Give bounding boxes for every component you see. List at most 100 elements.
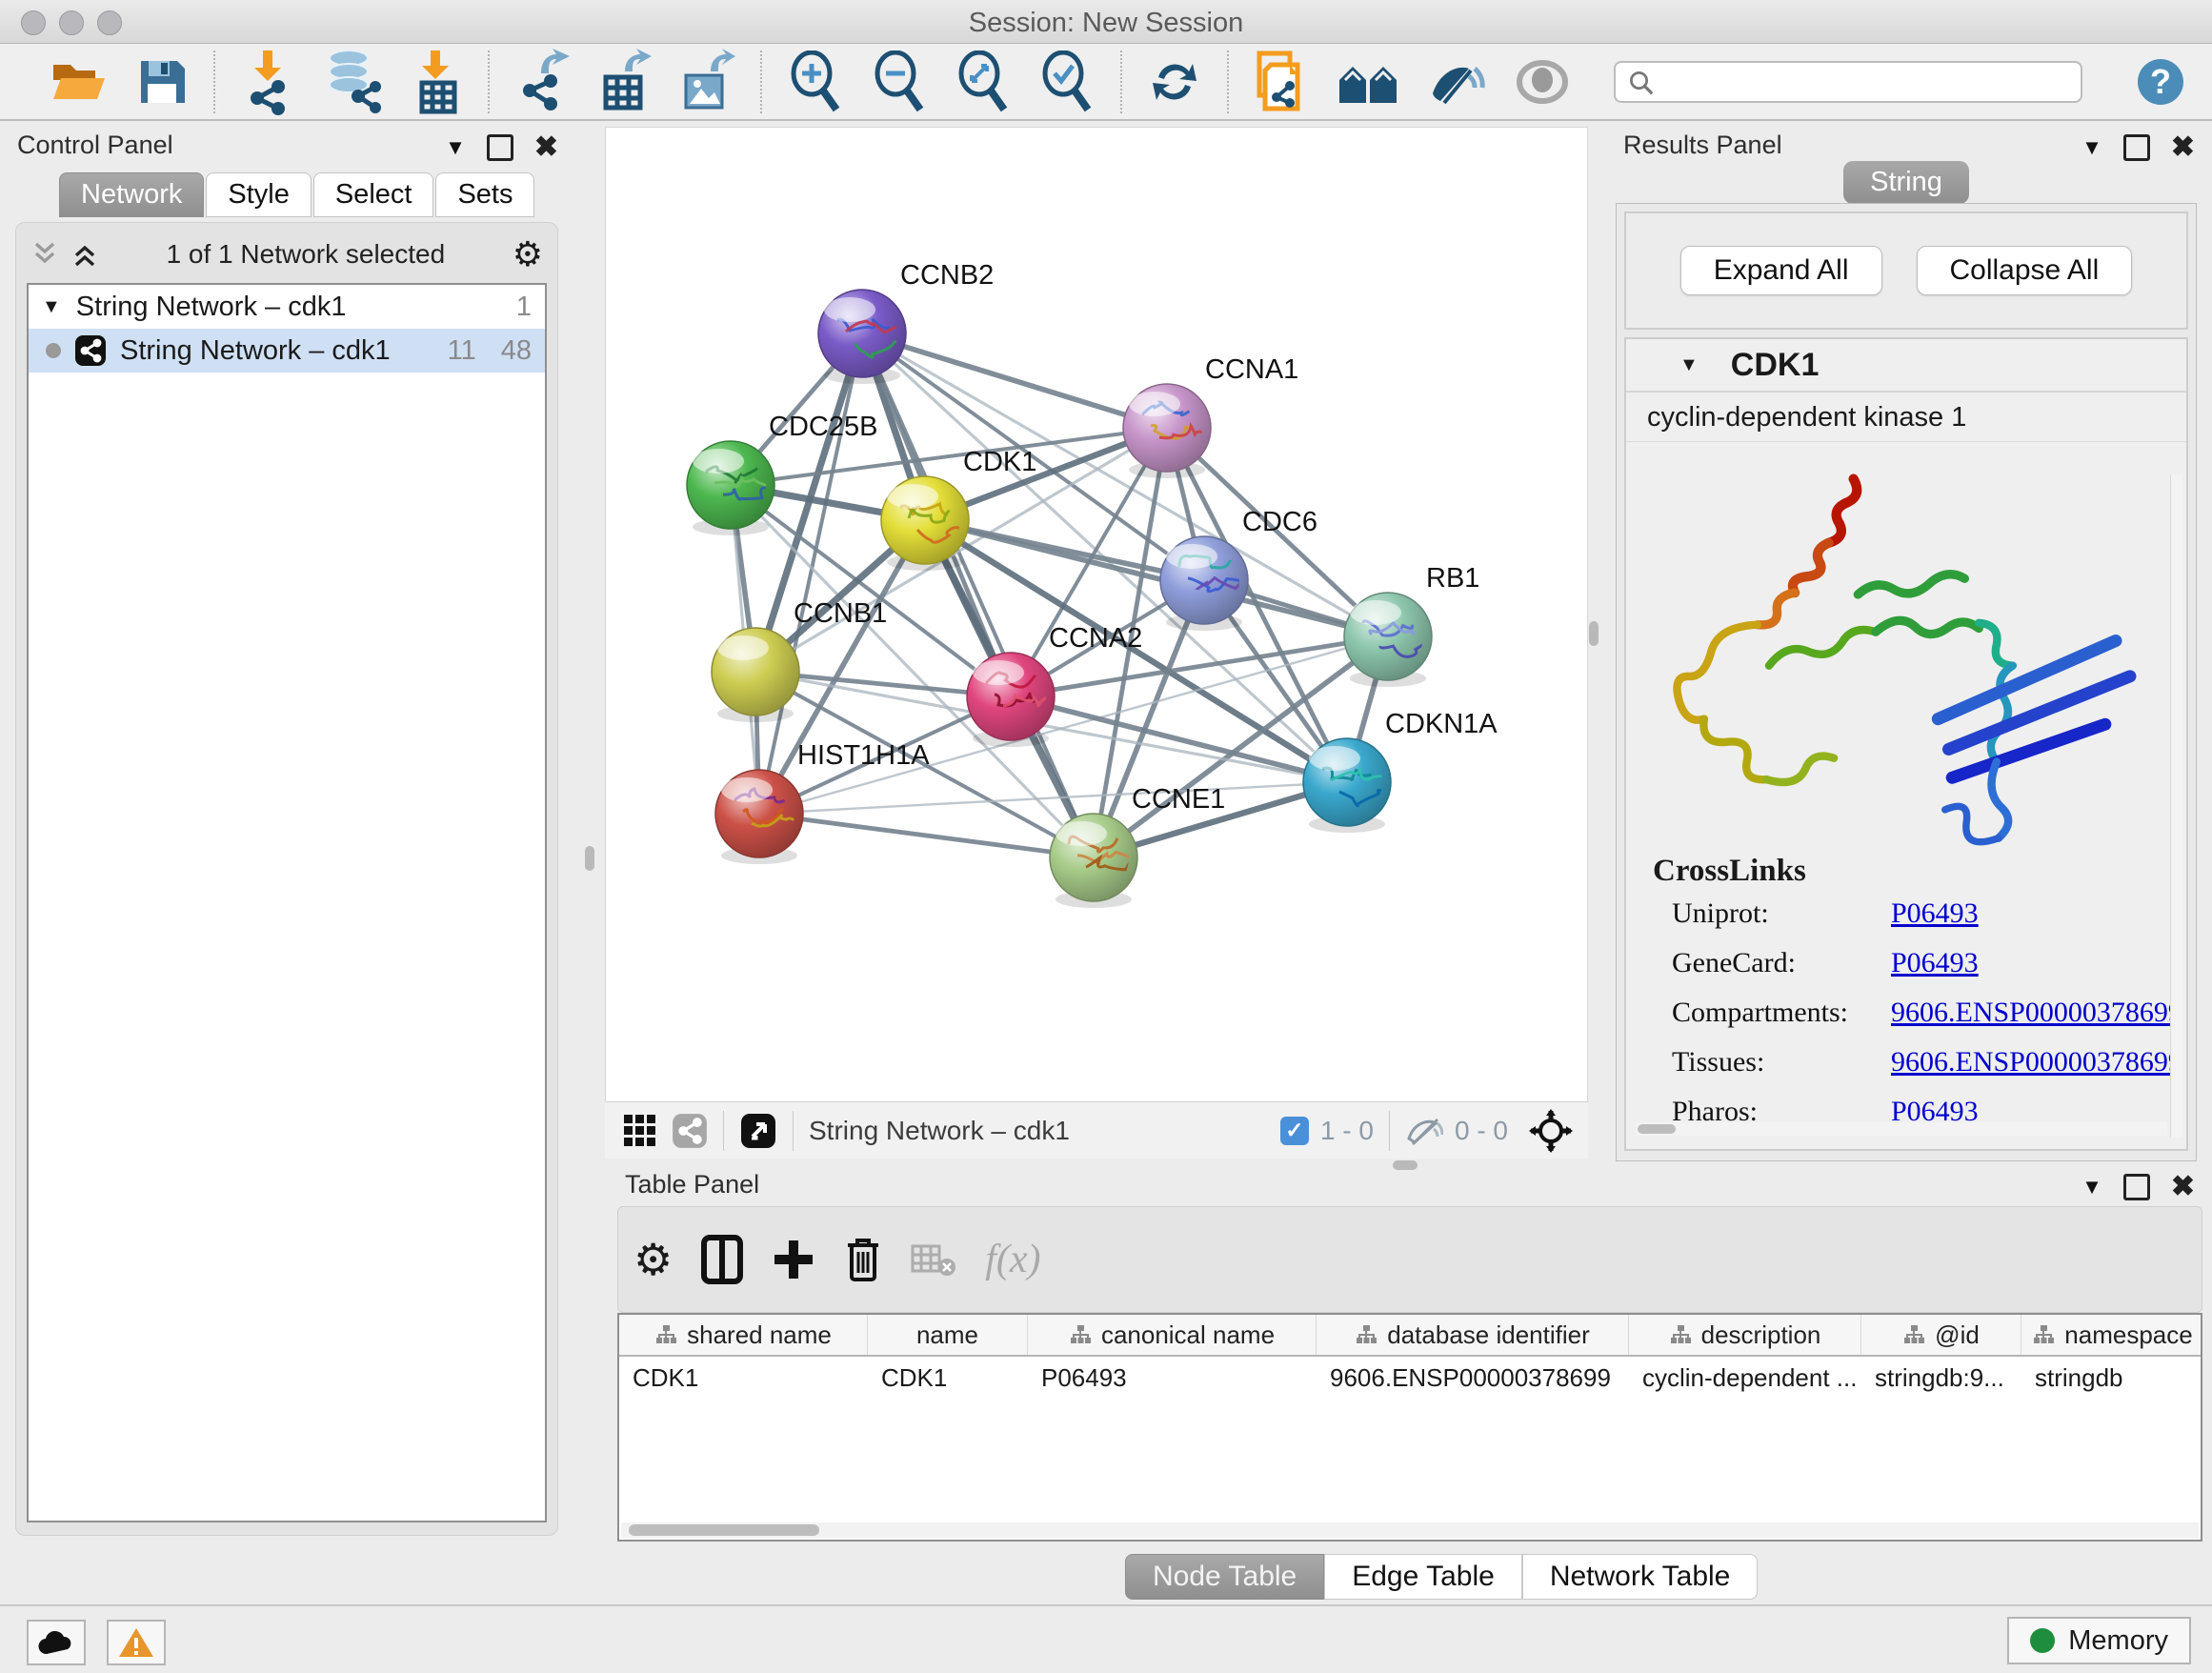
results-panel-menu-icon[interactable]: ▼ (2081, 135, 2102, 160)
memory-button[interactable]: Memory (2007, 1617, 2191, 1664)
network-node-CDC6[interactable] (1160, 536, 1248, 631)
expand-all-button[interactable]: Expand All (1680, 246, 1882, 295)
hidden-eye-slash-icon[interactable] (1405, 1116, 1443, 1146)
export-table-icon[interactable] (596, 49, 652, 115)
refresh-icon[interactable] (1147, 54, 1202, 110)
zoom-selected-icon[interactable] (1038, 50, 1096, 113)
import-network-icon[interactable] (240, 49, 295, 115)
table-cell[interactable]: CDK1 (868, 1363, 1028, 1393)
export-image-icon[interactable] (678, 49, 735, 115)
gene-entry-header[interactable]: ▼ CDK1 (1626, 339, 2186, 393)
add-column-icon[interactable] (772, 1238, 815, 1281)
collapse-all-button[interactable]: Collapse All (1917, 246, 2133, 295)
network-node-CDKN1A[interactable] (1303, 738, 1391, 833)
collection-expander-icon[interactable]: ▼ (42, 296, 61, 318)
results-vertical-scrollbar[interactable] (2170, 474, 2182, 1138)
expand-all-icon[interactable] (70, 240, 99, 269)
network-options-gear-icon[interactable]: ⚙ (513, 234, 543, 274)
network-graph[interactable]: CCNB2CCNA1CDC25BCDK1CDC6RB1CCNB1CCNA2CDK… (606, 128, 1587, 1101)
fit-selected-crosshair-icon[interactable] (1529, 1109, 1573, 1153)
zoom-out-icon[interactable] (871, 50, 928, 113)
table-cell[interactable]: CDK1 (619, 1363, 868, 1393)
network-edge[interactable] (759, 814, 1094, 857)
open-session-icon[interactable] (50, 55, 109, 109)
save-session-icon[interactable] (135, 55, 189, 109)
network-edge[interactable] (862, 333, 1167, 428)
horizontal-splitter-handle[interactable] (1393, 1160, 1418, 1170)
string-visibility-icon[interactable] (1427, 55, 1488, 109)
network-edge[interactable] (925, 520, 1388, 636)
cloud-status-button[interactable] (27, 1620, 86, 1665)
tab-network-table[interactable]: Network Table (1522, 1554, 1759, 1600)
zoom-fit-icon[interactable] (955, 50, 1012, 113)
selected-checkbox-icon[interactable]: ✓ (1280, 1117, 1309, 1145)
vertical-splitter-handle[interactable] (585, 846, 594, 871)
results-panel-close-icon[interactable]: ✖ (2171, 131, 2195, 164)
results-horizontal-scrollbar[interactable] (1636, 1122, 2167, 1136)
import-network-database-icon[interactable] (322, 49, 383, 115)
table-horizontal-scrollbar[interactable] (621, 1522, 2199, 1538)
network-canvas[interactable]: CCNB2CCNA1CDC25BCDK1CDC6RB1CCNB1CCNA2CDK… (605, 127, 1588, 1102)
column-header[interactable]: canonical name (1028, 1315, 1317, 1355)
import-table-icon[interactable] (410, 49, 463, 115)
show-columns-icon[interactable] (701, 1235, 743, 1284)
table-panel-title: Table Panel (625, 1170, 759, 1199)
crosslink-value-link[interactable]: 9606.ENSP00000378699 (1891, 1046, 2182, 1078)
tab-string[interactable]: String (1843, 161, 1969, 204)
crosslink-value-link[interactable]: P06493 (1891, 897, 1979, 930)
table-settings-gear-icon[interactable]: ⚙ (633, 1234, 673, 1285)
share-view-icon[interactable] (672, 1113, 708, 1149)
birds-eye-grid-icon[interactable] (622, 1113, 658, 1149)
table-cell[interactable]: 9606.ENSP00000378699 (1317, 1363, 1629, 1393)
column-header[interactable]: database identifier (1317, 1315, 1629, 1355)
crosslink-value-link[interactable]: 9606.ENSP00000378699 (1891, 997, 2182, 1029)
network-edge[interactable] (862, 333, 1094, 857)
collapse-all-icon[interactable] (30, 240, 59, 269)
vertical-splitter-handle[interactable] (1589, 621, 1599, 646)
search-input[interactable] (1614, 61, 2082, 103)
network-node-CDC25B[interactable] (687, 441, 774, 535)
table-cell[interactable]: stringdb (2021, 1363, 2202, 1393)
network-collection-row[interactable]: ▼ String Network – cdk1 1 (29, 285, 545, 329)
tab-edge-table[interactable]: Edge Table (1324, 1554, 1522, 1600)
tab-style[interactable]: Style (206, 172, 311, 217)
network-node-CDK1[interactable] (881, 476, 971, 571)
gene-expander-icon[interactable]: ▼ (1679, 354, 1699, 376)
column-header[interactable]: description (1629, 1315, 1861, 1355)
string-home-icon[interactable] (1337, 55, 1400, 109)
control-panel-float-icon[interactable] (487, 134, 513, 161)
table-panel-close-icon[interactable]: ✖ (2171, 1170, 2195, 1203)
table-panel-menu-icon[interactable]: ▼ (2081, 1175, 2102, 1199)
delete-column-icon[interactable] (844, 1236, 882, 1283)
table-cell[interactable]: cyclin-dependent ... (1629, 1363, 1861, 1393)
table-cell[interactable]: P06493 (1028, 1363, 1317, 1393)
preview-eye-icon[interactable] (1515, 57, 1570, 107)
crosslink-value-link[interactable]: P06493 (1891, 947, 1979, 979)
table-row[interactable]: CDK1CDK1P064939606.ENSP00000378699cyclin… (619, 1357, 2201, 1399)
control-panel-menu-icon[interactable]: ▼ (445, 135, 466, 160)
results-panel-float-icon[interactable] (2123, 134, 2150, 161)
control-panel-close-icon[interactable]: ✖ (534, 131, 558, 164)
network-snapshot-icon[interactable] (1254, 50, 1311, 114)
column-header[interactable]: namespace (2021, 1315, 2202, 1355)
open-in-window-icon[interactable] (739, 1112, 777, 1150)
table-cell[interactable]: stringdb:9... (1861, 1363, 2021, 1393)
table-panel-float-icon[interactable] (2123, 1174, 2150, 1200)
export-network-icon[interactable] (514, 49, 570, 115)
column-header[interactable]: name (868, 1315, 1028, 1355)
tab-select[interactable]: Select (313, 172, 434, 217)
network-node-HIST1H1A[interactable] (715, 770, 803, 864)
help-icon[interactable]: ? (2138, 59, 2183, 105)
network-node-CCNA1[interactable] (1123, 384, 1214, 478)
network-node-CCNB1[interactable] (712, 628, 799, 722)
network-node-RB1[interactable] (1344, 593, 1433, 687)
zoom-in-icon[interactable] (787, 50, 844, 113)
tab-node-table[interactable]: Node Table (1125, 1554, 1324, 1600)
column-header[interactable]: @id (1861, 1315, 2021, 1355)
warnings-button[interactable] (107, 1620, 166, 1665)
tab-sets[interactable]: Sets (435, 172, 534, 217)
network-node-CCNE1[interactable] (1050, 814, 1137, 908)
column-header[interactable]: shared name (619, 1315, 868, 1355)
network-row[interactable]: String Network – cdk1 11 48 (29, 329, 545, 373)
tab-network[interactable]: Network (59, 172, 204, 217)
